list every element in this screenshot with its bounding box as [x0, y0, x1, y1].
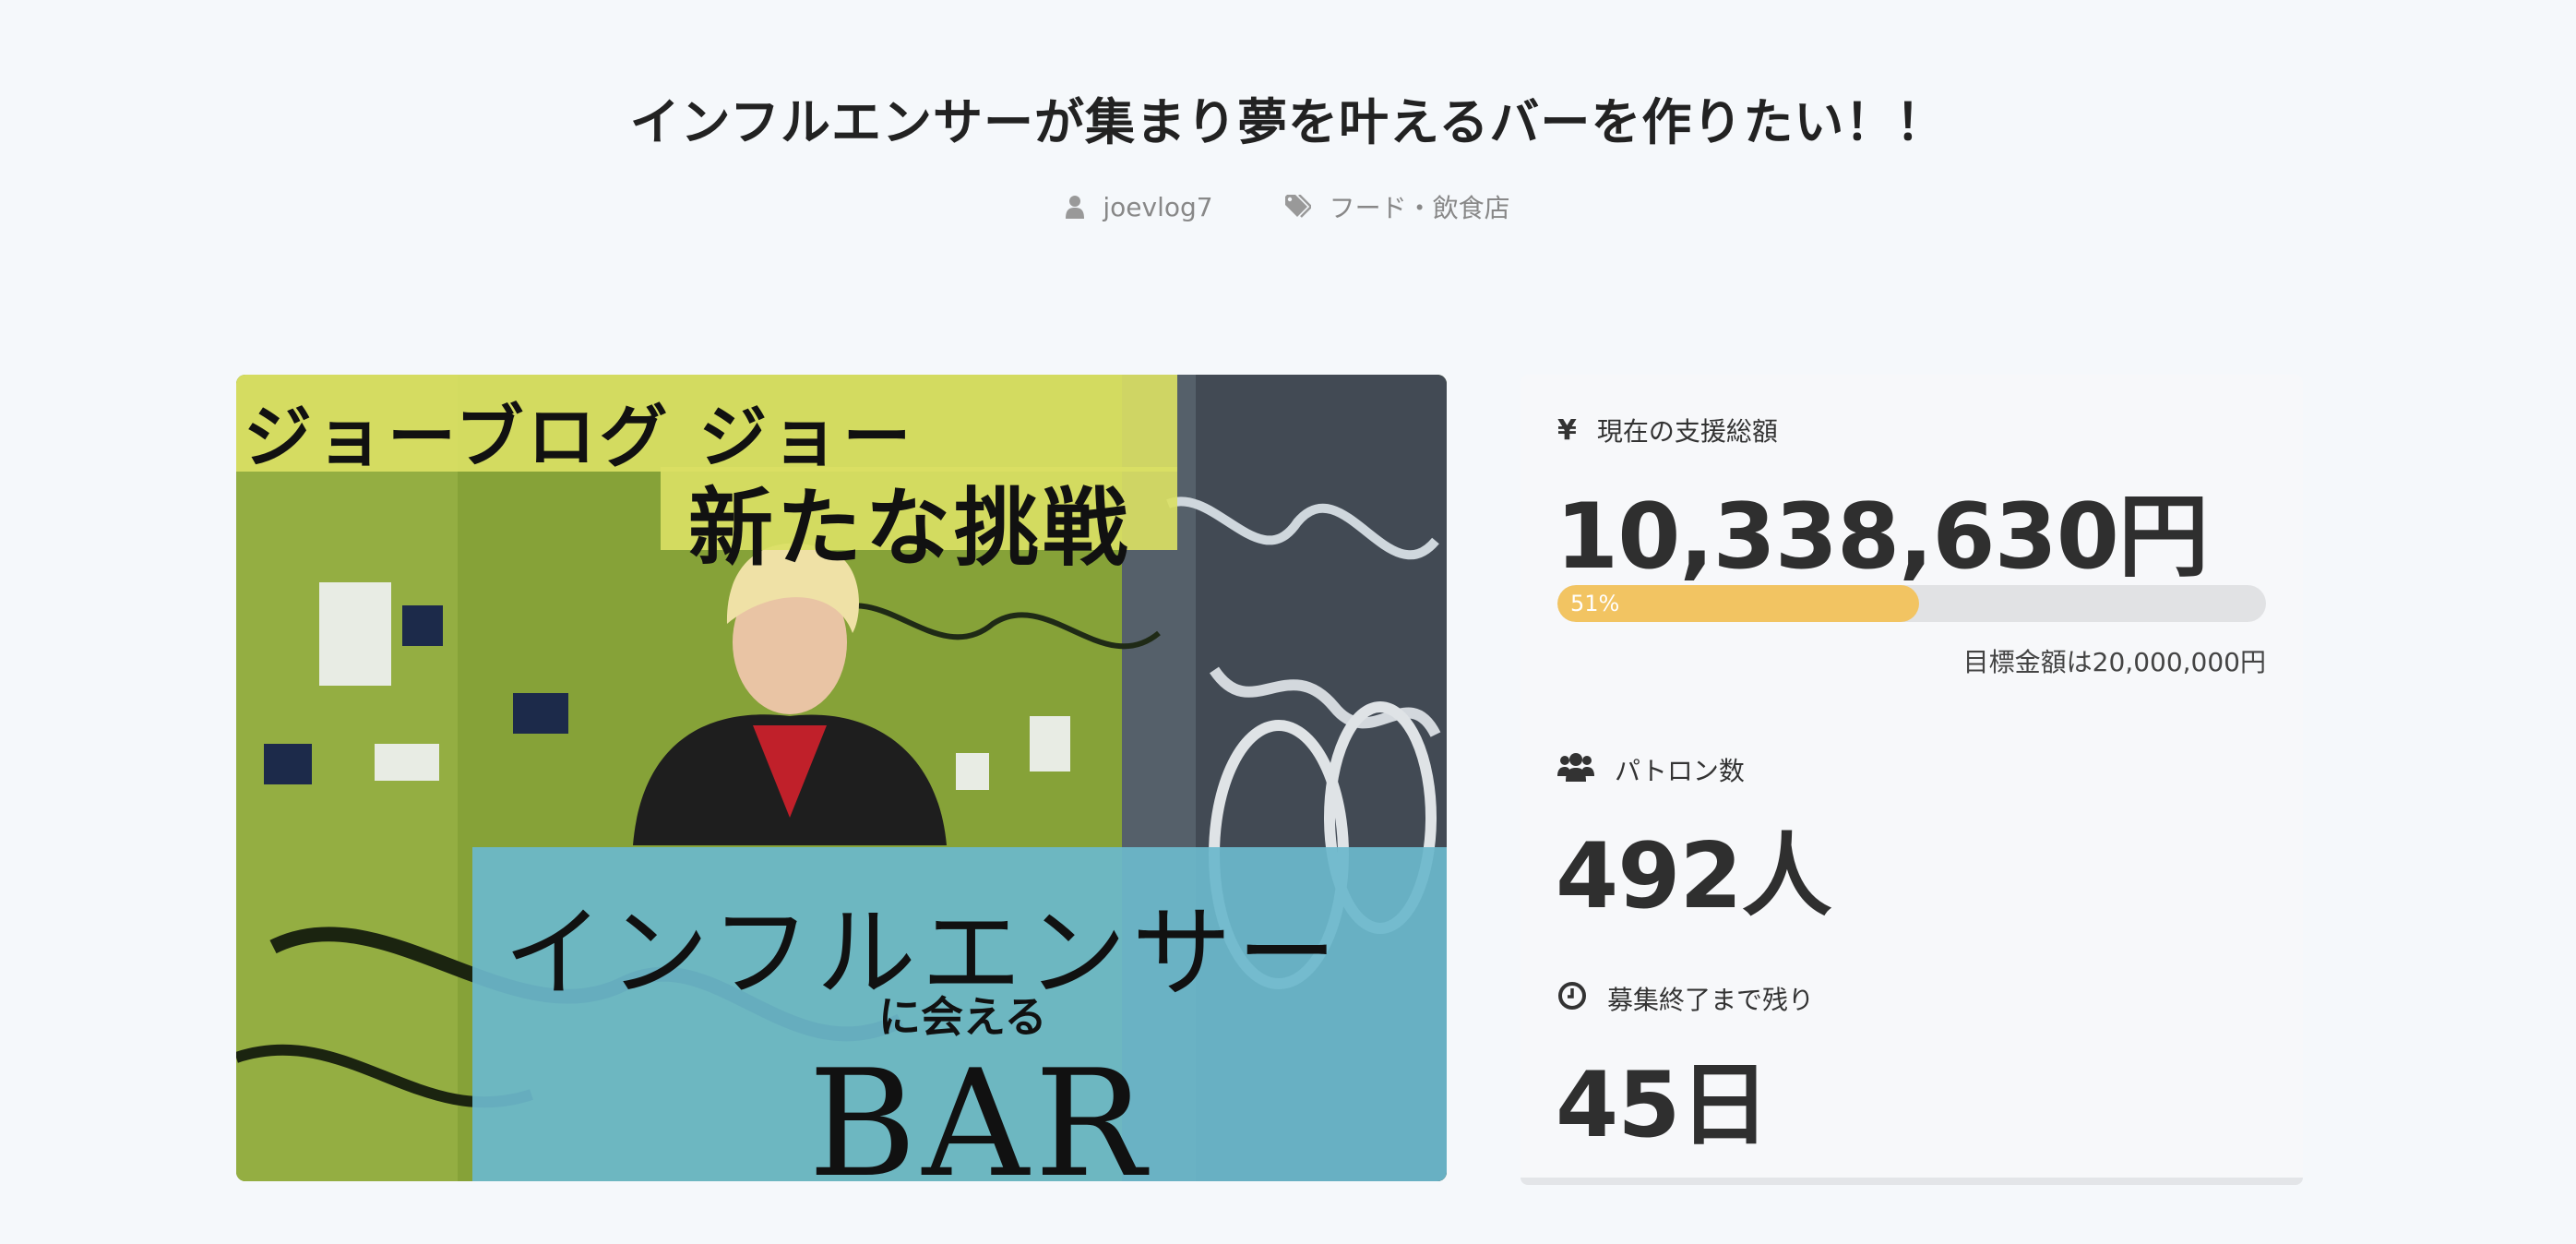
category-name: フード・飲食店 — [1329, 193, 1510, 223]
hero-text-line2: 新たな挑戦 — [688, 478, 1132, 578]
page: インフルエンサーが集まり夢を叶えるバーを作りたい！！ joevlog7 フード・… — [0, 0, 2576, 1244]
amount-label-row: ¥ 現在の支援総額 — [1557, 412, 1778, 449]
funding-progress-bar: 51% — [1557, 585, 2266, 622]
patrons-value: 492人 — [1556, 824, 1832, 929]
remaining-label: 募集終了まで残り — [1607, 985, 1815, 1015]
author-link[interactable]: joevlog7 — [1066, 188, 1213, 225]
user-icon — [1066, 195, 1085, 219]
hero-text-line4: に会える — [878, 992, 1047, 1042]
project-meta: joevlog7 フード・飲食店 — [0, 188, 2576, 225]
users-icon — [1557, 752, 1594, 788]
progress-fill: 51% — [1557, 585, 1919, 622]
yen-icon: ¥ — [1557, 413, 1577, 447]
author-name: joevlog7 — [1103, 191, 1213, 222]
project-title: インフルエンサーが集まり夢を叶えるバーを作りたい！！ — [629, 93, 1947, 151]
remaining-value: 45日 — [1556, 1053, 1770, 1158]
clock-icon — [1557, 981, 1587, 1017]
project-hero-image[interactable]: ジョーブログ ジョー 新たな挑戦 インフルエンサー に会える BAR — [236, 375, 1447, 1181]
progress-percent: 51% — [1570, 591, 1620, 616]
amount-label: 現在の支援総額 — [1596, 416, 1778, 447]
patrons-label: パトロン数 — [1615, 756, 1745, 786]
amount-value: 10,338,630円 — [1556, 484, 2209, 590]
tag-icon — [1284, 195, 1311, 219]
category-link[interactable]: フード・飲食店 — [1284, 188, 1510, 225]
goal-amount: 目標金額は20,000,000円 — [1962, 647, 2266, 677]
hero-text-line5: BAR — [808, 1037, 1151, 1181]
remaining-label-row: 募集終了まで残り — [1557, 980, 1814, 1017]
funding-stats-panel: ¥ 現在の支援総額 10,338,630円 51% 目標金額は20,000,00… — [1521, 375, 2303, 1185]
patrons-label-row: パトロン数 — [1557, 751, 1745, 788]
